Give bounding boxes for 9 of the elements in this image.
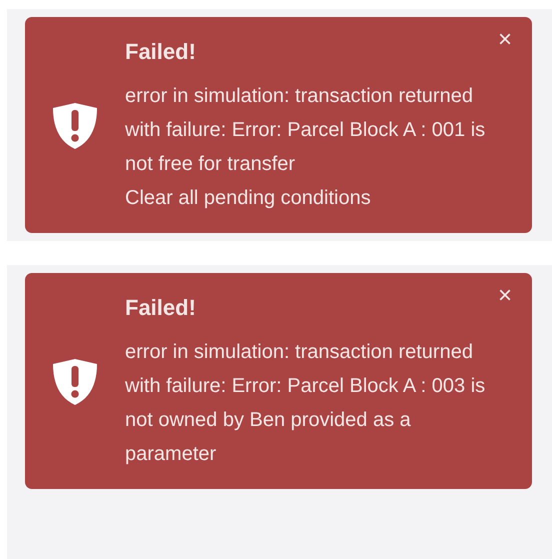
close-button[interactable]: × bbox=[494, 27, 516, 53]
alert-message: error in simulation: transaction returned with failure: Error: Parcel Block A : 003 is not owned by Ben provided as a parameter bbox=[125, 340, 486, 467]
alert-title: Failed! bbox=[125, 38, 197, 66]
shield-warning-icon bbox=[52, 358, 98, 406]
alert-title: Failed! bbox=[125, 294, 197, 322]
alert-message: Clear all pending conditions bbox=[125, 186, 372, 211]
close-button[interactable]: × bbox=[494, 283, 516, 309]
shield-warning-icon bbox=[52, 102, 98, 150]
alert-message: error in simulation: transaction returned with failure: Error: Parcel Block A : 001 is not free for transfer bbox=[125, 84, 486, 177]
